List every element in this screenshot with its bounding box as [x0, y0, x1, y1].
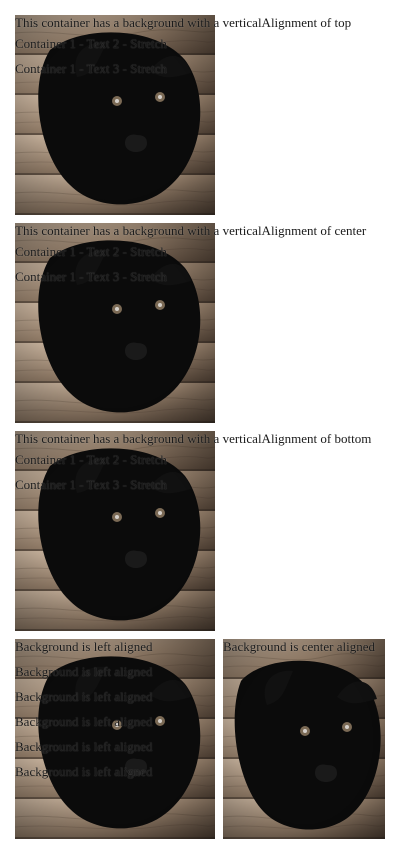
left-aligned-repeat-2: Background is left aligned	[15, 689, 153, 704]
section-item: Container 1 - Text 3 - Stretch	[15, 477, 167, 492]
background-photo-center-aligned	[223, 639, 385, 839]
section-bottom: This container has a background with a v…	[15, 431, 375, 492]
section-top: This container has a background with a v…	[15, 15, 351, 76]
section-item: Container 1 - Text 3 - Stretch	[15, 61, 167, 76]
section-title: This container has a background with a v…	[15, 431, 372, 446]
section-item: Container 1 - Text 2 - Stretch	[15, 452, 167, 467]
left-aligned-repeat-4: Background is left aligned	[15, 739, 153, 754]
left-aligned-stack: Background is left aligned Background is…	[15, 639, 153, 789]
center-aligned-label: Background is center aligned	[223, 639, 375, 654]
left-aligned-repeat-3: Background is left aligned	[15, 714, 153, 729]
left-aligned-repeat-1: Background is left aligned	[15, 664, 153, 679]
section-center: This container has a background with a v…	[15, 223, 375, 284]
left-aligned-repeat-5: Background is left aligned	[15, 764, 153, 779]
section-title: This container has a background with a v…	[15, 15, 352, 30]
left-aligned-label: Background is left aligned	[15, 639, 153, 654]
section-item: Container 1 - Text 2 - Stretch	[15, 36, 167, 51]
section-item: Container 1 - Text 3 - Stretch	[15, 269, 167, 284]
section-item: Container 1 - Text 2 - Stretch	[15, 244, 167, 259]
section-title: This container has a background with a v…	[15, 223, 367, 238]
center-aligned-label-container: Background is center aligned	[223, 639, 375, 654]
